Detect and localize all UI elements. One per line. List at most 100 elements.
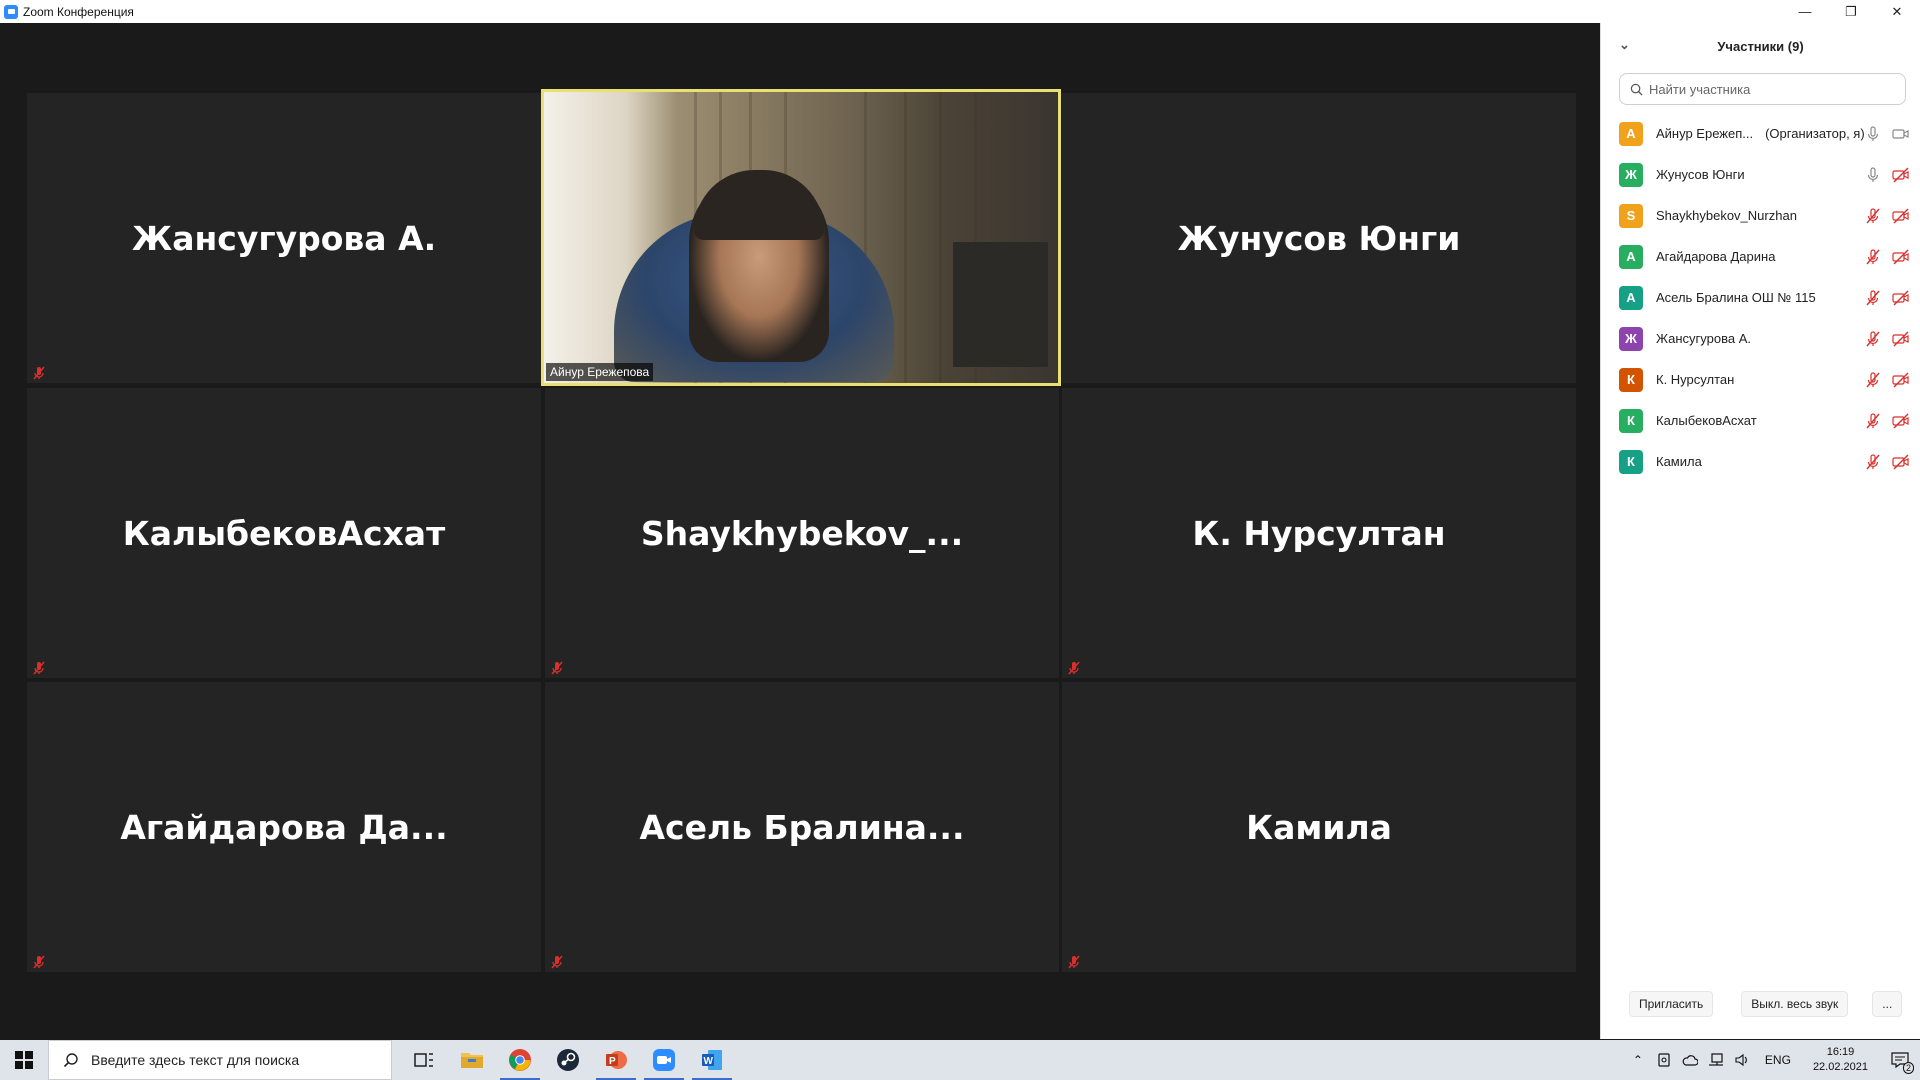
- muted-mic-icon[interactable]: [1864, 330, 1882, 353]
- windows-start-button[interactable]: [0, 1040, 48, 1080]
- participant-row[interactable]: К КалыбековАсхат: [1601, 400, 1920, 441]
- participant-avatar: А: [1619, 285, 1643, 310]
- windows-logo-icon: [15, 1051, 33, 1069]
- muted-mic-icon[interactable]: [1864, 412, 1882, 435]
- system-tray: ⌃ ENG 16:19 22.02.2021 2: [1625, 1040, 1920, 1080]
- taskbar-word[interactable]: W: [688, 1040, 736, 1080]
- tile-participant-name: Shaykhybekov_...: [640, 513, 964, 553]
- video-tile[interactable]: Жансугурова А.: [27, 93, 541, 383]
- taskbar-search-box[interactable]: Введите здесь текст для поиска: [48, 1040, 392, 1080]
- muted-mic-icon[interactable]: [1864, 371, 1882, 394]
- mute-all-button[interactable]: Выкл. весь звук: [1741, 991, 1849, 1017]
- participant-status: [1864, 412, 1910, 435]
- video-tile[interactable]: Камила: [1062, 682, 1576, 972]
- microphone-icon[interactable]: [1864, 166, 1882, 189]
- participant-status: [1864, 330, 1910, 353]
- muted-mic-icon[interactable]: [1864, 248, 1882, 271]
- participant-avatar: Ж: [1619, 162, 1643, 187]
- video-tile[interactable]: К. Нурсултан: [1062, 388, 1576, 678]
- tile-participant-name: Агайдарова Да...: [120, 807, 448, 847]
- participant-avatar: А: [1619, 121, 1643, 146]
- taskbar-chrome[interactable]: [496, 1040, 544, 1080]
- video-tile[interactable]: КалыбековАсхат: [27, 388, 541, 678]
- invite-button[interactable]: Пригласить: [1629, 991, 1714, 1017]
- input-language[interactable]: ENG: [1755, 1053, 1801, 1067]
- microphone-icon[interactable]: [1864, 125, 1882, 148]
- device-icon[interactable]: [1651, 1040, 1677, 1080]
- muted-mic-icon[interactable]: [1864, 289, 1882, 312]
- search-input[interactable]: [1649, 81, 1899, 97]
- muted-mic-icon: [33, 955, 45, 969]
- participant-avatar: К: [1619, 367, 1643, 392]
- close-button[interactable]: ✕: [1874, 0, 1920, 23]
- video-tile[interactable]: Асель Бралина...: [545, 682, 1059, 972]
- volume-icon[interactable]: [1729, 1040, 1755, 1080]
- video-off-icon[interactable]: [1892, 371, 1910, 394]
- participant-status: [1864, 248, 1910, 271]
- video-tile[interactable]: Shaykhybekov_...: [545, 388, 1059, 678]
- network-icon[interactable]: [1703, 1040, 1729, 1080]
- restore-button[interactable]: ❐: [1828, 0, 1874, 23]
- participant-row[interactable]: Ж Жансугурова А.: [1601, 318, 1920, 359]
- taskbar-powerpoint[interactable]: P: [592, 1040, 640, 1080]
- participant-row[interactable]: А Агайдарова Дарина: [1601, 236, 1920, 277]
- more-options-button[interactable]: ...: [1872, 991, 1903, 1017]
- clock-date: 22.02.2021: [1812, 1061, 1868, 1073]
- zoom-logo-icon: [4, 4, 18, 19]
- participant-status: [1864, 166, 1910, 189]
- taskbar-steam[interactable]: [544, 1040, 592, 1080]
- video-off-icon[interactable]: [1892, 248, 1910, 271]
- participant-name: К. Нурсултан: [1656, 372, 1735, 387]
- participant-list: А Айнур Ережеп... (Организатор, я) Ж Жунусов…: [1601, 113, 1920, 482]
- notifications-button[interactable]: 2: [1880, 1040, 1920, 1080]
- word-icon: W: [702, 1050, 722, 1070]
- onedrive-cloud-icon[interactable]: [1677, 1040, 1703, 1080]
- participant-row[interactable]: Ж Жунусов Юнги: [1601, 154, 1920, 195]
- muted-mic-icon: [1068, 661, 1080, 675]
- tile-participant-name: КалыбековАсхат: [122, 513, 446, 553]
- video-off-icon[interactable]: [1892, 289, 1910, 312]
- participant-name: Жансугурова А.: [1656, 331, 1751, 346]
- steam-icon: [557, 1049, 579, 1071]
- window-title: Zoom Конференция: [23, 4, 134, 19]
- active-speaker-tile[interactable]: Айнур Ережепова: [541, 89, 1061, 386]
- camera-video-feed: [544, 92, 1058, 383]
- search-icon: [1630, 83, 1643, 96]
- video-off-icon[interactable]: [1892, 453, 1910, 476]
- participant-status: [1864, 207, 1910, 230]
- participant-status: [1864, 289, 1910, 312]
- video-tile[interactable]: Жунусов Юнги: [1062, 93, 1576, 383]
- chevron-down-icon[interactable]: ⌄: [1619, 37, 1630, 53]
- video-off-icon[interactable]: [1892, 166, 1910, 189]
- clock-time: 16:19: [1826, 1046, 1855, 1058]
- participant-row[interactable]: К Камила: [1601, 441, 1920, 482]
- participant-name: КалыбековАсхат: [1656, 413, 1757, 428]
- powerpoint-icon: P: [606, 1051, 627, 1069]
- participant-row[interactable]: S Shaykhybekov_Nurzhan: [1601, 195, 1920, 236]
- muted-mic-icon[interactable]: [1864, 453, 1882, 476]
- task-view-button[interactable]: [400, 1040, 448, 1080]
- video-camera-icon[interactable]: [1892, 125, 1910, 148]
- video-tile[interactable]: Агайдарова Да...: [27, 682, 541, 972]
- participant-row[interactable]: А Айнур Ережеп... (Организатор, я): [1601, 113, 1920, 154]
- participant-avatar: К: [1619, 408, 1643, 433]
- taskbar-clock[interactable]: 16:19 22.02.2021: [1801, 1045, 1880, 1075]
- participant-avatar: Ж: [1619, 326, 1643, 351]
- panel-header: ⌄ Участники (9): [1601, 23, 1920, 69]
- video-off-icon[interactable]: [1892, 330, 1910, 353]
- panel-footer: Пригласить Выкл. весь звук ...: [1601, 991, 1920, 1017]
- minimize-button[interactable]: —: [1782, 0, 1828, 23]
- participant-row[interactable]: А Асель Бралина ОШ № 115: [1601, 277, 1920, 318]
- participant-search[interactable]: [1619, 73, 1906, 105]
- taskbar-zoom[interactable]: [640, 1040, 688, 1080]
- panel-title: Участники (9): [1717, 38, 1804, 54]
- video-off-icon[interactable]: [1892, 207, 1910, 230]
- tile-participant-name: Айнур Ережепова: [546, 363, 654, 381]
- participant-row[interactable]: К К. Нурсултан: [1601, 359, 1920, 400]
- taskbar-file-explorer[interactable]: [448, 1040, 496, 1080]
- video-off-icon[interactable]: [1892, 412, 1910, 435]
- chevron-up-icon[interactable]: ⌃: [1625, 1040, 1651, 1080]
- participant-status: [1864, 371, 1910, 394]
- muted-mic-icon[interactable]: [1864, 207, 1882, 230]
- windows-taskbar: Введите здесь текст для поиска P W ⌃ ENG: [0, 1040, 1920, 1080]
